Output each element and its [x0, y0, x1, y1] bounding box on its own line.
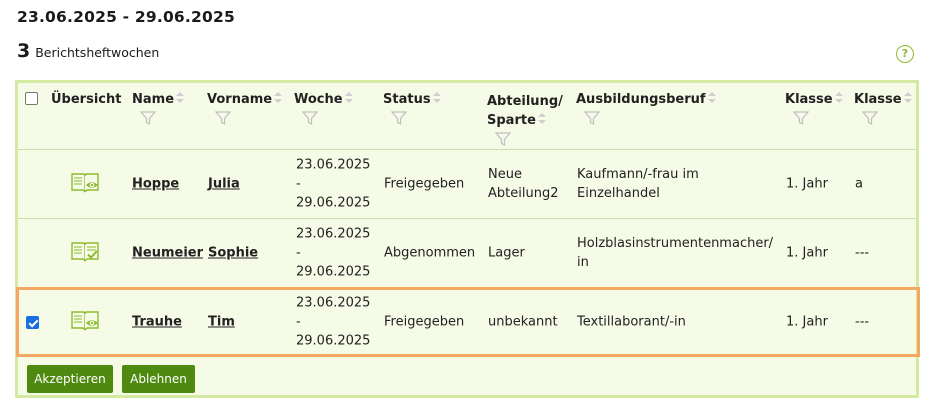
column-header-uebersicht: Übersicht [51, 92, 122, 107]
filter-icon[interactable] [793, 111, 809, 126]
reject-button[interactable]: Ablehnen [122, 365, 195, 393]
column-header-name[interactable]: Name [132, 90, 185, 126]
row-status: Freigegeben [384, 176, 465, 192]
filter-icon[interactable] [584, 111, 600, 126]
filter-icon[interactable] [495, 132, 511, 147]
sort-icon[interactable] [707, 92, 716, 104]
column-header-vorname[interactable]: Vorname [207, 90, 283, 126]
column-header-abteilung-label-2: Sparte [487, 113, 536, 128]
accept-button[interactable]: Akzeptieren [27, 365, 113, 393]
row-woche-start: 23.06.2025 [296, 295, 371, 311]
row-abteilung: Lager [488, 245, 525, 261]
row-beruf: Kaufmann/-frau im Einzelhandel [577, 165, 699, 203]
row-woche-end: 29.06.2025 [296, 195, 371, 211]
row-beruf-line-2: Einzelhandel [577, 186, 660, 201]
report-view-icon[interactable] [70, 309, 100, 333]
column-header-klasse-1[interactable]: Klasse [785, 90, 843, 126]
row-vorname-link[interactable]: Sophie [208, 244, 258, 263]
filter-icon[interactable] [391, 111, 407, 126]
row-status: Abgenommen [384, 245, 476, 261]
row-name-link[interactable]: Neumeier [132, 244, 203, 263]
row-woche: 23.06.2025 - 29.06.2025 [296, 225, 370, 282]
row-vorname-link[interactable]: Julia [208, 175, 240, 194]
row-klasse-1: 1. Jahr [786, 245, 828, 261]
sort-icon[interactable] [432, 92, 441, 104]
row-woche: 23.06.2025 - 29.06.2025 [296, 156, 370, 213]
column-header-klasse-2[interactable]: Klasse [854, 90, 912, 126]
sort-icon[interactable] [537, 113, 546, 125]
column-header-vorname-label: Vorname [207, 92, 273, 107]
select-all-checkbox[interactable] [25, 92, 38, 105]
filter-icon[interactable] [140, 111, 156, 126]
column-header-beruf-label: Ausbildungsberuf [576, 92, 706, 107]
table-row[interactable]: Neumeier Sophie 23.06.2025 - 29.06.2025 … [18, 219, 916, 287]
row-woche-separator: - [296, 314, 301, 330]
date-range-heading: 23.06.2025 - 29.06.2025 [17, 8, 235, 26]
report-count: 3 [17, 40, 31, 62]
sort-icon[interactable] [176, 92, 185, 104]
report-count-line: 3 Berichtsheftwochen [17, 40, 159, 62]
report-view-icon[interactable] [70, 171, 100, 195]
filter-icon[interactable] [215, 111, 231, 126]
row-status: Freigegeben [384, 314, 465, 330]
column-header-name-label: Name [132, 92, 175, 107]
row-checkbox[interactable] [26, 316, 39, 329]
filter-icon[interactable] [862, 111, 878, 126]
row-beruf-line-2: in [577, 255, 589, 270]
row-klasse-1: 1. Jahr [786, 176, 828, 192]
row-name-link[interactable]: Trauhe [132, 313, 182, 332]
row-abteilung: Neue Abteilung2 [488, 165, 558, 203]
sort-icon[interactable] [274, 92, 283, 104]
row-vorname-link[interactable]: Tim [208, 313, 235, 332]
column-header-status-label: Status [383, 92, 431, 107]
column-header-klasse-1-label: Klasse [785, 92, 833, 107]
column-header-woche[interactable]: Woche [294, 90, 353, 126]
row-beruf-line-1: Kaufmann/-frau im [577, 167, 699, 182]
row-woche-end: 29.06.2025 [296, 333, 371, 349]
row-klasse-2: a [855, 176, 863, 192]
row-beruf-line-1: Holzblasinstrumentenmacher/ [577, 236, 774, 251]
column-header-klasse-2-label: Klasse [854, 92, 902, 107]
row-abteilung-line-2: Abteilung2 [488, 186, 559, 201]
table-row[interactable]: Hoppe Julia 23.06.2025 - 29.06.2025 Frei… [18, 150, 916, 218]
column-header-abteilung-label-1: Abteilung/ [487, 94, 563, 109]
table-row-selected[interactable]: Trauhe Tim 23.06.2025 - 29.06.2025 Freig… [16, 287, 920, 357]
sort-icon[interactable] [834, 92, 843, 104]
row-name-link[interactable]: Hoppe [132, 175, 179, 194]
row-beruf: Holzblasinstrumentenmacher/ in [577, 234, 773, 272]
sort-icon[interactable] [344, 92, 353, 104]
filter-icon[interactable] [302, 111, 318, 126]
column-header-woche-label: Woche [294, 92, 343, 107]
reports-table-panel: Übersicht Name Vorname Woche Status Abte… [15, 80, 920, 398]
row-woche-end: 29.06.2025 [296, 264, 371, 280]
sort-icon[interactable] [903, 92, 912, 104]
row-woche: 23.06.2025 - 29.06.2025 [296, 294, 370, 351]
row-klasse-2: --- [855, 314, 870, 330]
row-woche-start: 23.06.2025 [296, 226, 371, 242]
column-header-beruf[interactable]: Ausbildungsberuf [576, 90, 716, 126]
row-klasse-1: 1. Jahr [786, 314, 828, 330]
row-woche-separator: - [296, 245, 301, 261]
help-icon[interactable]: ? [896, 45, 914, 63]
table-header: Übersicht Name Vorname Woche Status Abte… [18, 83, 916, 149]
row-beruf: Textillaborant/-in [577, 314, 686, 330]
row-abteilung: unbekannt [488, 314, 558, 330]
column-header-status[interactable]: Status [383, 90, 441, 126]
row-klasse-2: --- [855, 245, 870, 261]
report-approved-icon[interactable] [70, 240, 100, 264]
row-abteilung-line-1: Neue [488, 167, 522, 182]
row-woche-separator: - [296, 176, 301, 192]
column-header-abteilung[interactable]: Abteilung/ Sparte [487, 92, 563, 147]
row-woche-start: 23.06.2025 [296, 157, 371, 173]
report-count-label: Berichtsheftwochen [35, 45, 160, 60]
